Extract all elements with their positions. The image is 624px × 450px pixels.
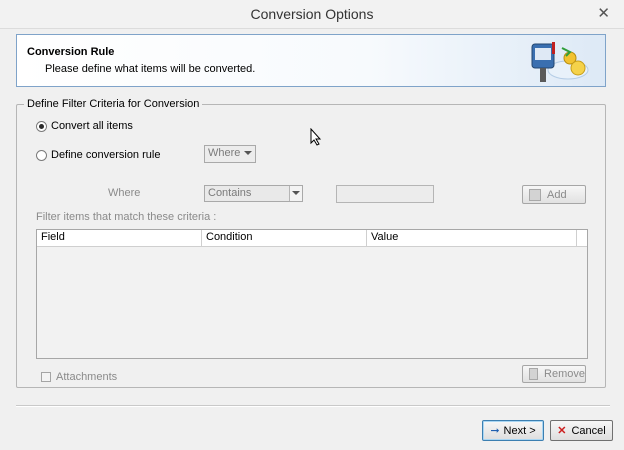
next-button[interactable]: ➞ Next >	[482, 420, 544, 441]
value-input[interactable]	[336, 185, 434, 203]
add-button-label: Add	[547, 188, 567, 201]
define-rule-radio[interactable]	[36, 149, 47, 161]
where-label: Where	[108, 187, 141, 199]
attachments-option[interactable]: Attachments	[41, 371, 117, 383]
where-combo-value: Where	[208, 147, 241, 159]
convert-all-radio[interactable]	[36, 120, 47, 132]
header-subtitle: Please define what items will be convert…	[45, 63, 256, 75]
cancel-button[interactable]: ✕ Cancel	[550, 420, 613, 441]
attachments-checkbox[interactable]	[41, 372, 51, 382]
convert-all-items-option[interactable]: Convert all items	[36, 120, 133, 132]
arrow-right-icon: ➞	[490, 425, 500, 437]
condition-combo-value: Contains	[208, 187, 252, 199]
where-combo[interactable]: Where	[204, 145, 256, 163]
mailbox-conversion-icon	[531, 42, 589, 82]
column-header-field[interactable]: Field	[37, 230, 202, 246]
chevron-down-icon	[244, 151, 252, 155]
criteria-table[interactable]: Field Condition Value	[36, 229, 588, 359]
next-button-label: Next >	[503, 424, 536, 437]
column-header-value[interactable]: Value	[367, 230, 577, 246]
remove-button-label: Remove	[544, 368, 585, 380]
mouse-cursor-icon	[310, 128, 322, 146]
remove-button[interactable]: Remove	[522, 365, 586, 383]
criteria-label: Filter items that match these criteria :	[36, 211, 217, 223]
cancel-button-label: Cancel	[571, 424, 606, 437]
footer-divider	[16, 405, 610, 407]
criteria-table-header: Field Condition Value	[37, 230, 587, 247]
filter-criteria-legend: Define Filter Criteria for Conversion	[24, 98, 203, 110]
close-icon[interactable]: ✕	[597, 4, 610, 22]
window-title: Conversion Options	[250, 6, 374, 22]
convert-all-label: Convert all items	[51, 120, 133, 132]
column-header-condition[interactable]: Condition	[202, 230, 367, 246]
chevron-down-icon	[289, 186, 302, 201]
title-bar: Conversion Options ✕	[0, 0, 624, 29]
remove-document-icon	[529, 368, 539, 380]
header-panel: Conversion Rule Please define what items…	[16, 34, 606, 87]
condition-combo[interactable]: Contains	[204, 185, 303, 202]
cancel-x-icon: ✕	[557, 425, 567, 437]
add-button[interactable]: Add	[522, 185, 586, 204]
header-title: Conversion Rule	[27, 46, 115, 58]
add-document-icon	[529, 188, 541, 201]
attachments-label: Attachments	[56, 371, 118, 383]
define-rule-label: Define conversion rule	[51, 149, 161, 161]
define-conversion-rule-option[interactable]: Define conversion rule	[36, 149, 160, 161]
